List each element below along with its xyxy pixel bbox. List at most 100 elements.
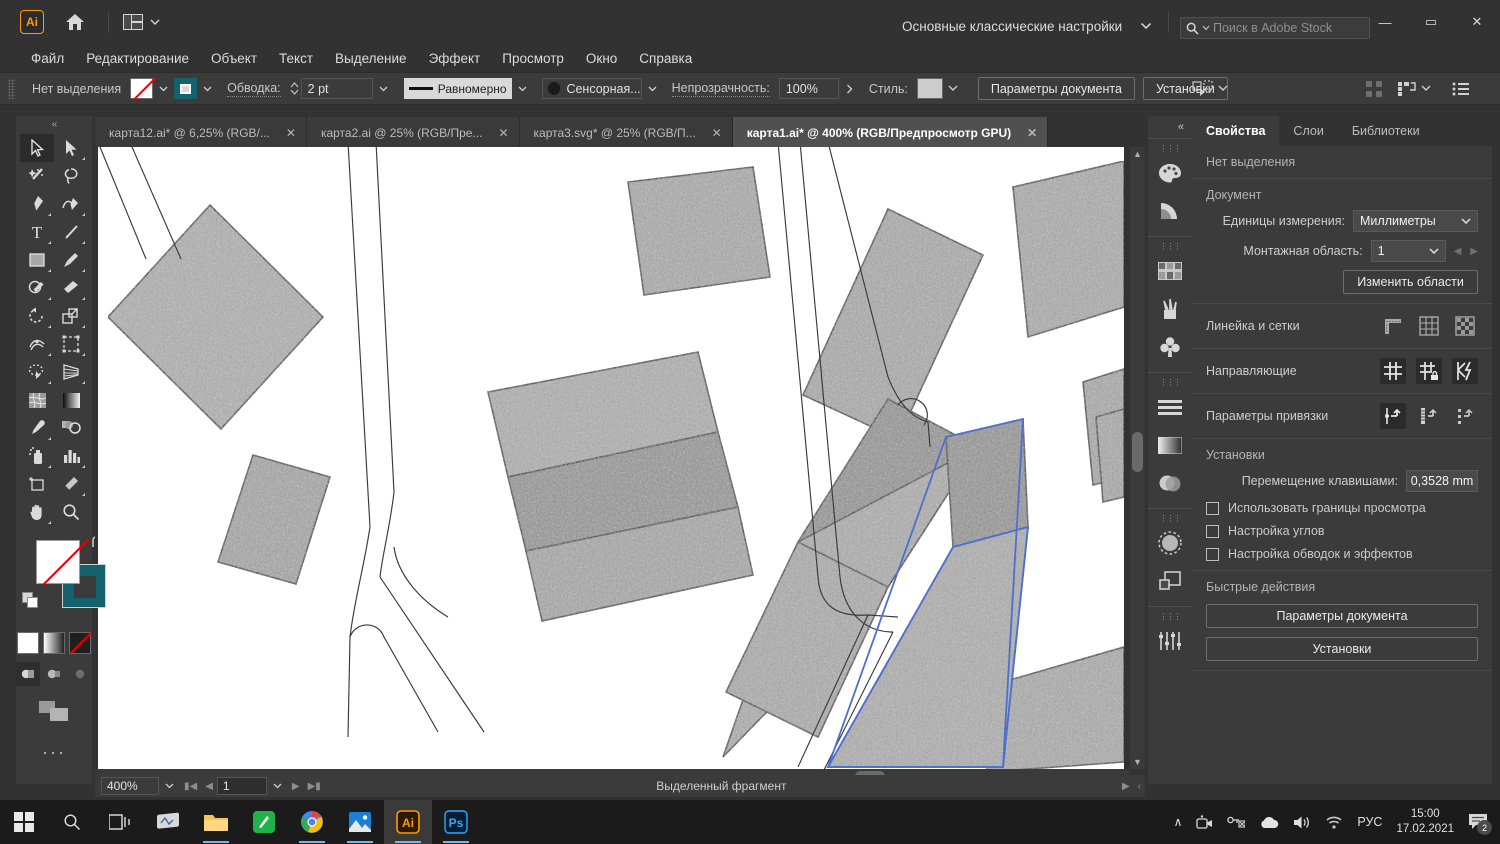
- color-guide-icon[interactable]: [1148, 192, 1192, 230]
- scroll-up-icon[interactable]: ▲: [1130, 147, 1145, 161]
- slice-tool[interactable]: [54, 470, 88, 498]
- language-indicator[interactable]: РУС: [1357, 815, 1382, 829]
- document-tab-karta1[interactable]: карта1.ai* @ 400% (RGB/Предпросмотр GPU)…: [733, 117, 1049, 148]
- fill-chevron-down-icon[interactable]: [153, 78, 174, 99]
- tab-layers[interactable]: Слои: [1279, 116, 1337, 146]
- maximize-button[interactable]: ▭: [1408, 0, 1454, 44]
- tab-libraries[interactable]: Библиотеки: [1338, 116, 1434, 146]
- dock-grip[interactable]: ⋮⋮⋮: [1148, 142, 1192, 154]
- edit-artboards-button[interactable]: Изменить области: [1343, 270, 1478, 294]
- file-explorer-icon[interactable]: [192, 800, 240, 844]
- curvature-tool[interactable]: [54, 190, 88, 218]
- change-screen-mode-icon[interactable]: [38, 700, 70, 722]
- panel-options-icon[interactable]: [1452, 82, 1470, 96]
- snap-to-pixel-icon[interactable]: [1452, 403, 1478, 429]
- status-resize-icon[interactable]: ‹: [1134, 781, 1145, 792]
- dock-grip[interactable]: ⋮⋮⋮: [1148, 512, 1192, 524]
- dock-grip[interactable]: ⋮⋮⋮: [1148, 610, 1192, 622]
- start-button[interactable]: [0, 800, 48, 844]
- fill-color-swatch[interactable]: [36, 540, 80, 584]
- menu-object[interactable]: Объект: [200, 48, 268, 69]
- prev-artboard-icon[interactable]: ◀: [201, 781, 217, 792]
- zoom-level-input[interactable]: 400%: [101, 777, 159, 795]
- artboard-tool[interactable]: [20, 470, 54, 498]
- artboard-chevron-down-icon[interactable]: [267, 776, 288, 797]
- dock-grip[interactable]: ⋮⋮⋮: [1148, 240, 1192, 252]
- search-icon[interactable]: [48, 800, 96, 844]
- volume-icon[interactable]: [1293, 815, 1311, 830]
- variable-width-profile[interactable]: Равномерно: [404, 78, 512, 99]
- next-artboard-icon[interactable]: ▶: [288, 781, 304, 792]
- document-tab-karta12[interactable]: карта12.ai* @ 6,25% (RGB/... ✕: [95, 117, 307, 148]
- draw-inside-button[interactable]: [68, 662, 92, 686]
- dock-grip[interactable]: ⋮⋮⋮: [1148, 376, 1192, 388]
- key-icon[interactable]: [1227, 815, 1245, 829]
- paintbrush-tool[interactable]: [54, 246, 88, 274]
- dock-collapse-button[interactable]: «: [1148, 116, 1192, 138]
- color-palette-icon[interactable]: [1148, 154, 1192, 192]
- wifi-icon[interactable]: [1325, 815, 1343, 829]
- zoom-chevron-down-icon[interactable]: [159, 776, 180, 797]
- more-tools-icon[interactable]: ···: [16, 742, 92, 763]
- menu-view[interactable]: Просмотр: [491, 48, 575, 69]
- column-graph-tool[interactable]: [54, 442, 88, 470]
- artboard-select[interactable]: 1: [1371, 240, 1446, 262]
- units-select[interactable]: Миллиметры: [1353, 210, 1478, 232]
- draw-normal-button[interactable]: [16, 662, 40, 686]
- select-similar-chevron-down-icon[interactable]: [1218, 85, 1228, 92]
- stroke-chevron-down-icon[interactable]: [197, 78, 218, 99]
- menu-select[interactable]: Выделение: [324, 48, 418, 69]
- task-view-icon[interactable]: [96, 800, 144, 844]
- scale-strokes-checkbox[interactable]: [1206, 548, 1219, 561]
- gradient-mode-button[interactable]: [43, 632, 65, 654]
- properties-panel-icon[interactable]: [1148, 622, 1192, 660]
- mesh-tool[interactable]: [20, 386, 54, 414]
- align-panel-icon[interactable]: [1148, 388, 1192, 426]
- style-chevron-down-icon[interactable]: [943, 78, 964, 99]
- type-tool[interactable]: T: [20, 218, 54, 246]
- document-tab-karta3[interactable]: карта3.svg* @ 25% (RGB/П... ✕: [520, 117, 733, 148]
- close-icon[interactable]: ✕: [712, 126, 722, 140]
- stroke-swatch[interactable]: [174, 78, 197, 99]
- document-setup-button[interactable]: Параметры документа: [978, 77, 1135, 100]
- select-similar-icon[interactable]: [1192, 80, 1214, 97]
- control-bar-grip[interactable]: [8, 79, 15, 99]
- gradient-panel-icon[interactable]: [1148, 426, 1192, 464]
- appearance-icon[interactable]: [1148, 524, 1192, 562]
- lasso-tool[interactable]: [54, 162, 88, 190]
- vertical-scroll-thumb[interactable]: [1132, 432, 1143, 472]
- free-transform-tool[interactable]: [54, 330, 88, 358]
- snap-to-point-icon[interactable]: [1380, 403, 1406, 429]
- rectangle-tool[interactable]: [20, 246, 54, 274]
- show-guides-icon[interactable]: [1380, 358, 1406, 384]
- none-mode-button[interactable]: [69, 632, 91, 654]
- chrome-icon[interactable]: [288, 800, 336, 844]
- arrange-icon[interactable]: [1366, 81, 1382, 97]
- status-menu-icon[interactable]: ▶: [1118, 781, 1134, 792]
- scroll-down-icon[interactable]: ▼: [1130, 755, 1145, 769]
- hand-tool[interactable]: [20, 498, 54, 526]
- stroke-weight-stepper[interactable]: [290, 82, 299, 95]
- close-button[interactable]: ✕: [1454, 0, 1500, 44]
- canvas-vertical-scrollbar[interactable]: ▲ ▼: [1130, 147, 1145, 769]
- smart-guides-icon[interactable]: [1452, 358, 1478, 384]
- width-tool[interactable]: [20, 330, 54, 358]
- keyboard-increment-input[interactable]: 0,3528 mm: [1406, 470, 1478, 492]
- photoshop-icon[interactable]: Ps: [432, 800, 480, 844]
- menu-type[interactable]: Текст: [268, 48, 324, 69]
- tab-properties[interactable]: Свойства: [1192, 116, 1279, 146]
- shaper-tool[interactable]: [20, 274, 54, 302]
- scale-corners-checkbox[interactable]: [1206, 525, 1219, 538]
- search-input[interactable]: Поиск в Adobe Stock: [1180, 17, 1370, 39]
- fill-swatch[interactable]: [130, 78, 153, 99]
- swatches-icon[interactable]: [1148, 252, 1192, 290]
- draw-behind-button[interactable]: [42, 662, 66, 686]
- menu-help[interactable]: Справка: [628, 48, 703, 69]
- preview-bounds-checkbox[interactable]: [1206, 502, 1219, 515]
- brush-chevron-down-icon[interactable]: [642, 78, 663, 99]
- align-icon[interactable]: [1398, 81, 1416, 97]
- perspective-grid-tool[interactable]: [54, 358, 88, 386]
- close-icon[interactable]: ✕: [498, 126, 508, 140]
- color-mode-button[interactable]: [17, 632, 39, 654]
- menu-edit[interactable]: Редактирование: [75, 48, 200, 69]
